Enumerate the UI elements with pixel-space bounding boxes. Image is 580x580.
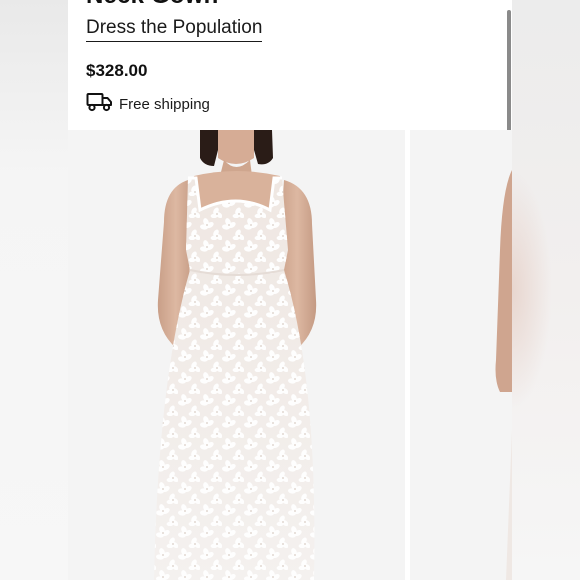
shipping-label: Free shipping [119, 96, 210, 113]
blurred-backdrop-left [0, 0, 68, 580]
brand-link[interactable]: Dress the Population [86, 17, 263, 42]
shipping-info: Free shipping [86, 92, 210, 117]
product-title: Neck Gown [86, 0, 219, 10]
product-image-next[interactable] [410, 130, 512, 580]
blurred-backdrop-right [512, 0, 580, 580]
image-gallery[interactable] [68, 130, 512, 580]
product-card: Neck Gown Dress the Population $328.00 F… [68, 0, 512, 580]
product-image-main[interactable] [68, 130, 405, 580]
product-price: $328.00 [86, 61, 148, 80]
truck-icon [86, 92, 113, 117]
